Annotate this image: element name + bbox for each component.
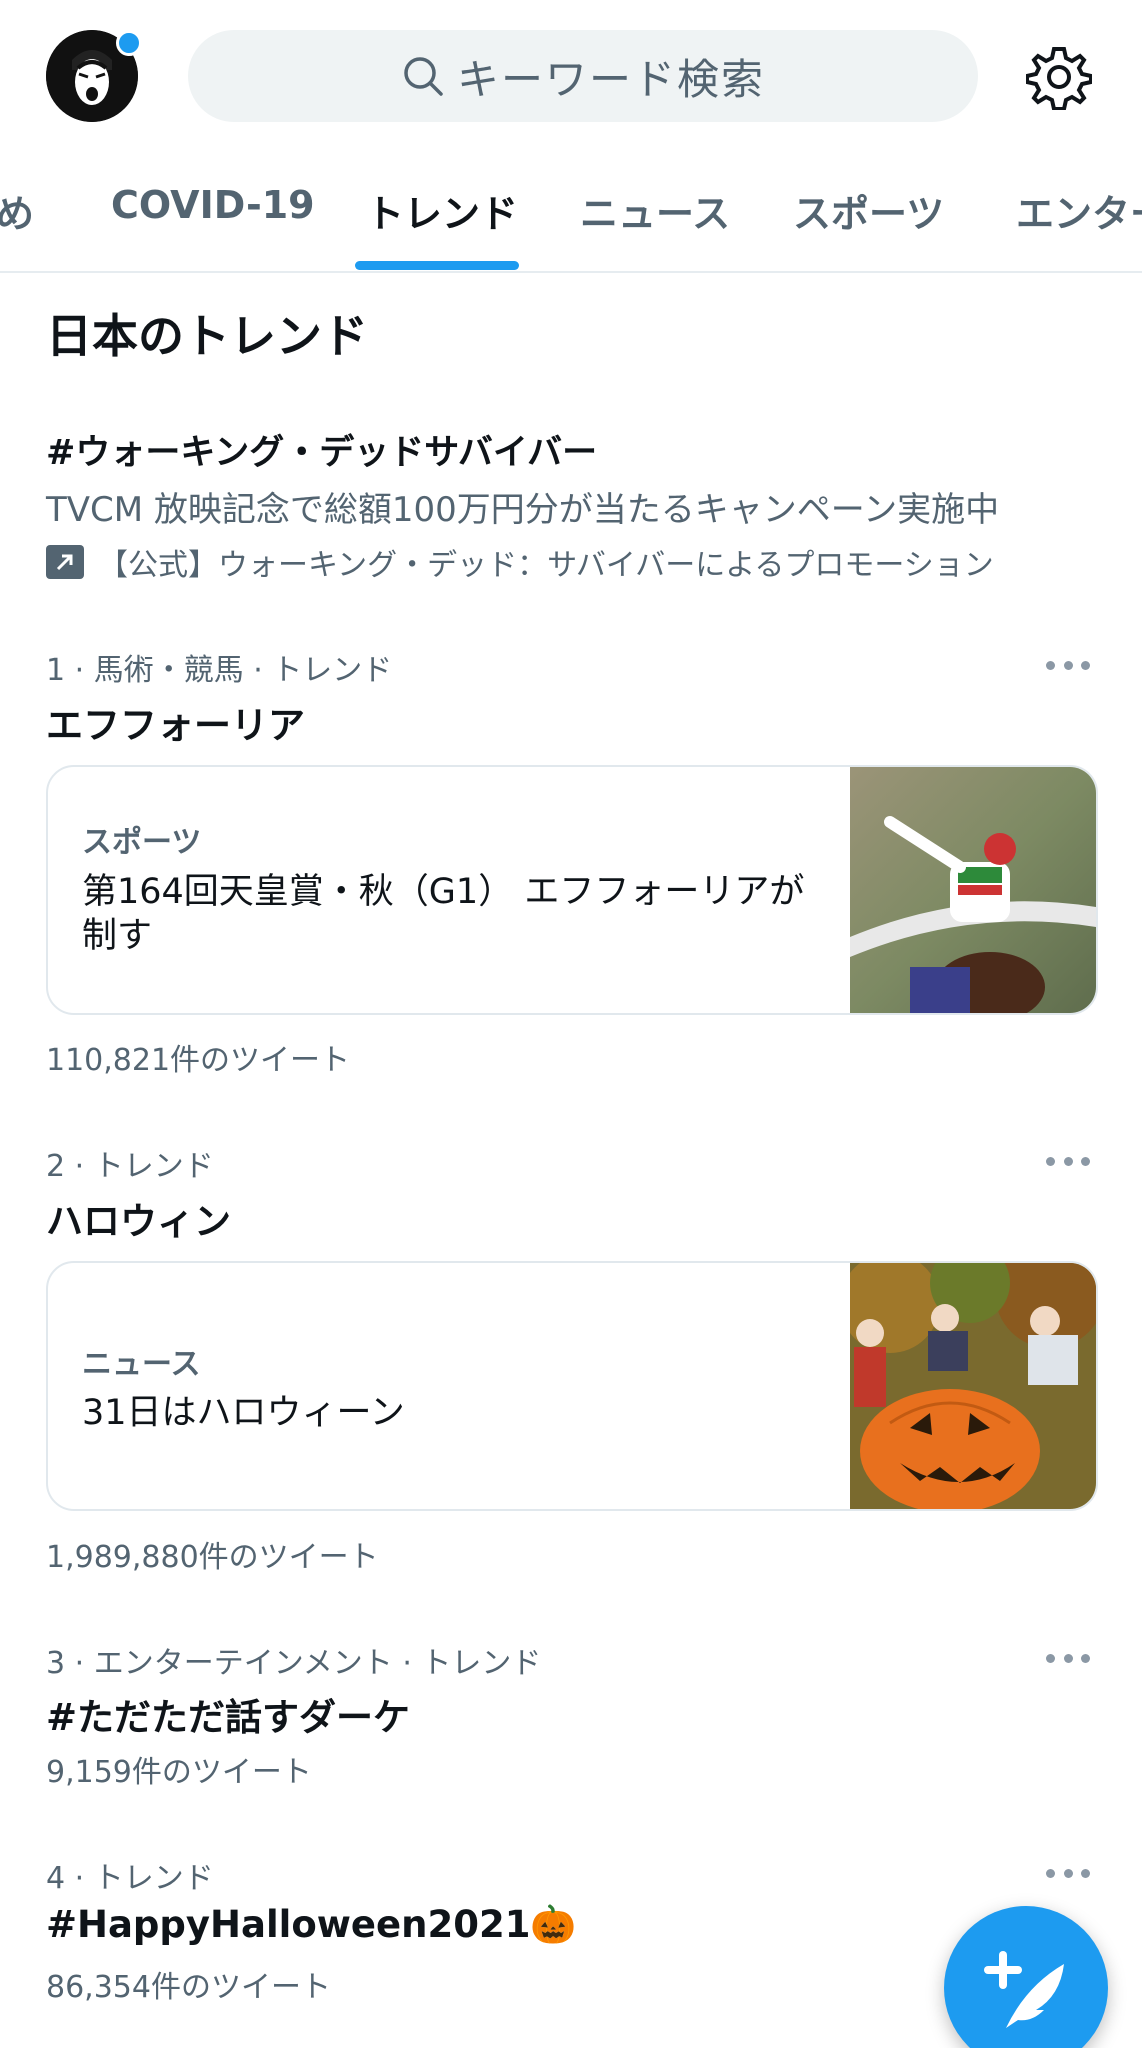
gear-icon[interactable]: [1026, 44, 1092, 110]
trend-name[interactable]: エフフォーリア: [46, 695, 305, 749]
tweet-count: 1,989,880件のツイート: [46, 1540, 379, 1575]
trend-meta: 3 · エンターテインメント · トレンド: [46, 1646, 542, 1681]
promoted-by-line: 【公式】ウォーキング・デッド：サバイバーによるプロモーション: [46, 540, 994, 584]
tab-covid-19[interactable]: COVID-19: [111, 183, 315, 227]
news-card-headline: 31日はハロウィーン: [82, 1393, 405, 1433]
tab-trends[interactable]: トレンド: [366, 183, 518, 238]
tweet-count: 9,159件のツイート: [46, 1755, 312, 1790]
more-options-icon[interactable]: [1046, 1858, 1090, 1888]
more-options-icon[interactable]: [1046, 650, 1090, 680]
news-card-category: スポーツ: [82, 825, 202, 860]
more-options-icon[interactable]: [1046, 1146, 1090, 1176]
search-icon: [404, 57, 443, 96]
top-bar: キーワード検索: [0, 0, 1142, 155]
promoted-arrow-icon: [46, 545, 84, 579]
tweet-count: 86,354件のツイート: [46, 1970, 331, 2005]
section-title: 日本のトレンド: [46, 309, 368, 363]
horse-racing-photo: [850, 767, 1096, 1013]
news-card-headline: 第164回天皇賞・秋（G1） エフフォーリアが制す: [82, 872, 805, 956]
halloween-pumpkin-photo: [850, 1263, 1096, 1509]
trend-meta: 1 · 馬術・競馬 · トレンド: [46, 653, 393, 688]
tab-recommended[interactable]: め: [0, 183, 34, 238]
tab-entertainment[interactable]: エンター: [1016, 183, 1142, 238]
trend-meta: 4 · トレンド: [46, 1861, 214, 1896]
promoted-trend-description: TVCM 放映記念で総額100万円分が当たるキャンペーン実施中: [46, 490, 1000, 530]
tab-news[interactable]: ニュース: [580, 183, 730, 238]
notification-dot: [116, 30, 142, 56]
explore-page: キーワード検索 め COVID-19 トレンド ニュース スポーツ エンター 日…: [0, 0, 1142, 2048]
compose-feather-icon: [984, 1951, 1064, 2028]
tab-sports[interactable]: スポーツ: [793, 183, 944, 238]
trend-name[interactable]: #ただただ話すダーケ: [46, 1687, 410, 1741]
search-placeholder: キーワード検索: [456, 54, 765, 104]
promoted-by-text: 【公式】ウォーキング・デッド：サバイバーによるプロモーション: [98, 548, 994, 583]
search-input[interactable]: キーワード検索: [188, 30, 978, 122]
tweet-count: 110,821件のツイート: [46, 1043, 351, 1078]
news-card-category: ニュース: [82, 1347, 201, 1382]
trend-meta: 2 · トレンド: [46, 1149, 214, 1184]
trend-name[interactable]: ハロウィン: [46, 1191, 231, 1245]
more-options-icon[interactable]: [1046, 1643, 1090, 1673]
trend-name[interactable]: #HappyHalloween2021🎃: [46, 1903, 577, 1947]
promoted-trend-title: #ウォーキング・デッドサバイバー: [46, 433, 598, 473]
active-tab-indicator: [355, 261, 519, 270]
news-card[interactable]: スポーツ 第164回天皇賞・秋（G1） エフフォーリアが制す: [46, 765, 1098, 1015]
news-card[interactable]: ニュース 31日はハロウィーン: [46, 1261, 1098, 1511]
category-tabs: め COVID-19 トレンド ニュース スポーツ エンター: [0, 165, 1142, 273]
compose-tweet-button[interactable]: [944, 1906, 1108, 2048]
